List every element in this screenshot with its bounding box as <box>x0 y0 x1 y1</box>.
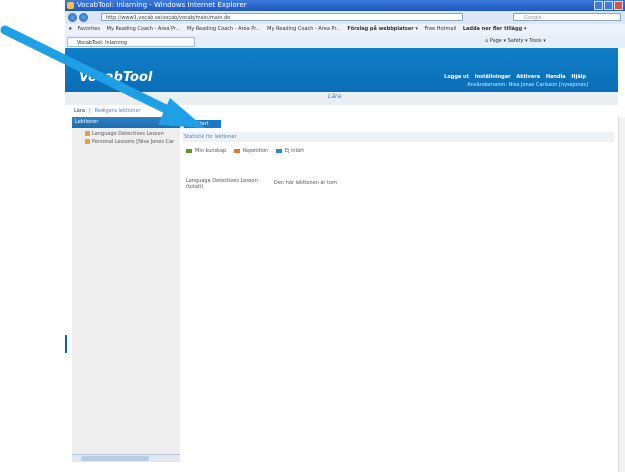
favorite-link[interactable]: My Reading Coach - Area Pr... <box>187 26 261 32</box>
favorite-link[interactable]: My Reading Coach - Area Pr... <box>267 26 341 32</box>
lessons-panel-title: Lektioner <box>75 119 99 125</box>
app-header: VocabTool Logga ut Inställningar Aktiver… <box>65 48 618 92</box>
search-input[interactable]: Google <box>513 13 621 21</box>
collapse-icon[interactable] <box>171 119 178 126</box>
ie-logo-icon <box>67 2 74 9</box>
favorites-star-icon[interactable]: ★ <box>68 26 72 32</box>
window-controls <box>594 1 623 10</box>
home-icon[interactable]: ⌂ <box>485 38 488 44</box>
statistics-legend: Min kunskap Repetition Ej inlärt <box>186 148 304 154</box>
start-button[interactable]: Start <box>184 120 221 128</box>
side-marker <box>65 335 67 353</box>
address-bar-row: http://www1.vocab.se/vocab/vocab/main/ma… <box>65 11 625 24</box>
minimize-icon[interactable] <box>594 1 603 10</box>
back-icon[interactable] <box>68 13 77 22</box>
favorite-link[interactable]: Förslag på webbplatser ▾ <box>347 26 418 32</box>
browser-tab-row: VocabTool: Inlarning ⌂ Page ▾ Safety ▾ T… <box>65 35 625 48</box>
vertical-scrollbar[interactable] <box>618 117 625 472</box>
lesson-stat-status: Den här lektionen är tom <box>274 180 337 186</box>
browser-toolbar: ⌂ Page ▾ Safety ▾ Tools ▾ <box>485 37 546 46</box>
legend-label: Min kunskap <box>195 148 227 154</box>
legend-swatch-repetition <box>233 148 240 153</box>
page-menu[interactable]: Page ▾ <box>490 38 506 44</box>
lesson-item[interactable]: Language Detectives Lesson <box>85 131 164 137</box>
favorite-link[interactable]: Ladda ner fler tillägg ▾ <box>463 26 527 32</box>
left-margin <box>65 117 72 472</box>
window-title: VocabTool: Inlarning - Windows Internet … <box>77 1 247 9</box>
lessons-panel-header: Lektioner <box>72 117 180 128</box>
scrollbar-thumb[interactable] <box>81 456 149 461</box>
favorite-link[interactable]: Free Hotmail <box>425 26 457 32</box>
forward-icon[interactable] <box>79 13 88 22</box>
maximize-icon[interactable] <box>604 1 613 10</box>
logout-link[interactable]: Logga ut <box>444 74 469 80</box>
tools-menu[interactable]: Tools ▾ <box>529 38 545 44</box>
subnav-edit-lessons[interactable]: Redigera lektioner <box>95 108 141 114</box>
app-logo: VocabTool <box>79 70 153 85</box>
window-title-bar: VocabTool: Inlarning - Windows Internet … <box>65 0 625 11</box>
subnav-learn[interactable]: Lära <box>74 108 85 114</box>
activate-link[interactable]: Aktivera <box>516 74 540 80</box>
legend-label: Ej inlärt <box>284 148 305 154</box>
url-input[interactable]: http://www1.vocab.se/vocab/vocab/main/ma… <box>101 13 463 21</box>
user-info: Användarnamn: Nisa Jonas Carlsson [nysaj… <box>467 82 588 88</box>
page-title-bar: Lära <box>65 92 618 105</box>
lesson-icon <box>85 131 90 136</box>
browser-tab[interactable]: VocabTool: Inlarning <box>67 37 195 47</box>
favorites-label[interactable]: Favorites <box>77 26 100 32</box>
safety-menu[interactable]: Safety ▾ <box>508 38 528 44</box>
legend-label: Repetition <box>242 148 269 154</box>
shop-link[interactable]: Handla <box>546 74 566 80</box>
sub-nav: Lära | Redigera lektioner <box>65 105 618 117</box>
close-icon[interactable] <box>614 1 623 10</box>
legend-swatch-knowledge <box>186 148 192 153</box>
lesson-icon <box>85 139 90 144</box>
top-nav: Logga ut Inställningar Aktivera Handla H… <box>440 74 586 80</box>
help-link[interactable]: Hjälp <box>571 74 586 80</box>
favorite-link[interactable]: My Reading Coach - Area Pr... <box>107 26 181 32</box>
lesson-item[interactable]: Personal Lessons [Nisa Jones Car <box>85 139 174 145</box>
statistics-header: Statistik för lektioner <box>182 132 614 142</box>
horizontal-scrollbar[interactable] <box>72 454 180 462</box>
legend-swatch-not-learned <box>275 148 282 153</box>
settings-link[interactable]: Inställningar <box>475 74 511 80</box>
page-title: Lära <box>328 93 342 100</box>
lessons-panel: Lektioner Language Detectives Lesson Per… <box>72 117 181 462</box>
main-content: Start Statistik för lektioner Min kunska… <box>180 117 618 462</box>
lesson-stat-name: Language Detectives Lesson (totalt) <box>186 178 258 190</box>
